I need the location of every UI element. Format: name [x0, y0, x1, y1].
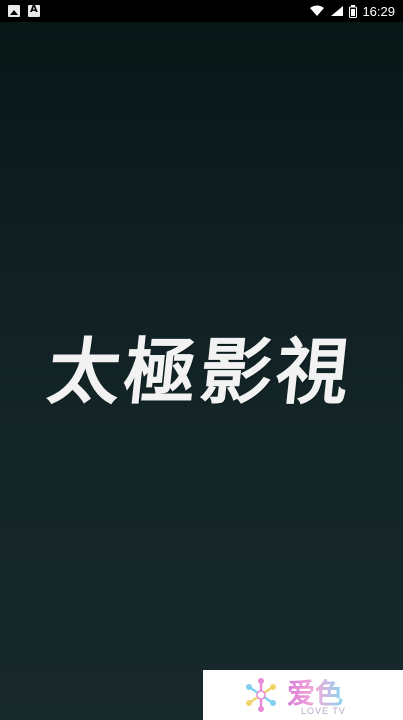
font-notification-icon [28, 4, 40, 17]
app-logo: 太極影視 [0, 310, 403, 420]
system-status: 16:29 [309, 4, 395, 19]
battery-icon [349, 4, 358, 18]
app-logo-text: 太極影視 [44, 328, 358, 414]
image-notification-icon [8, 5, 20, 17]
brand-name-english: LOVE TV [301, 706, 346, 716]
signal-icon [331, 6, 344, 16]
notification-icons [8, 4, 40, 17]
footer-brand-panel: 爱色 LOVE TV [203, 670, 403, 720]
flower-logo-icon [246, 678, 276, 712]
wifi-icon [310, 5, 325, 16]
status-bar: 16:29 [0, 0, 403, 22]
splash-screen: 16:29 太極影視 爱色 LOVE TV [0, 0, 403, 720]
clock: 16:29 [362, 3, 395, 19]
